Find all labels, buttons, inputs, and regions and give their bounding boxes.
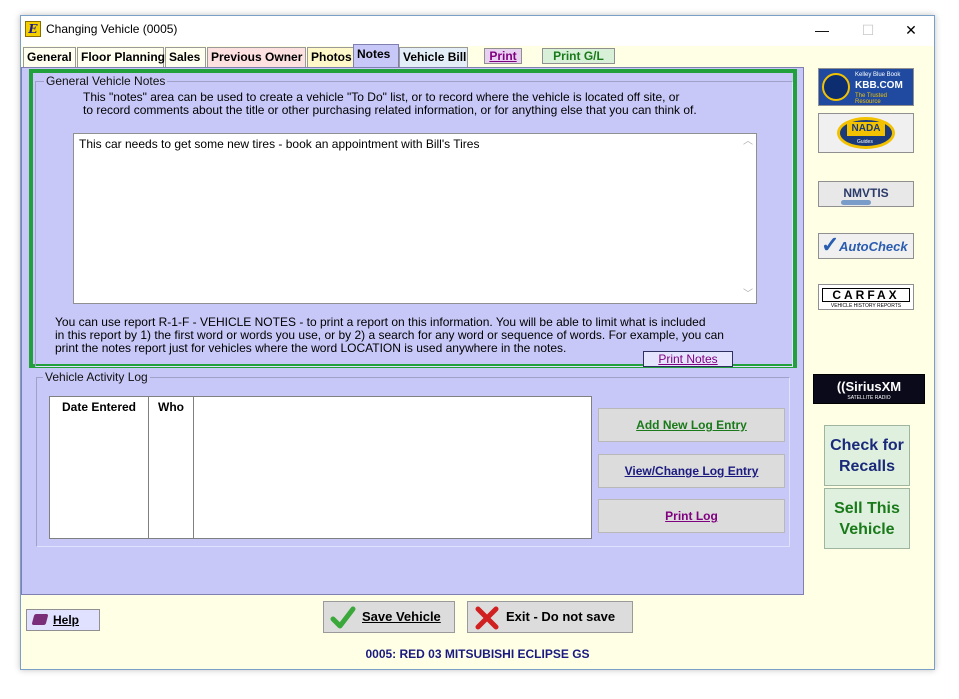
nmvtis-logo-button[interactable]: NMVTIS	[818, 181, 914, 207]
autocheck-logo-button[interactable]: ✓ AutoCheck	[818, 232, 914, 259]
print-tab-button[interactable]: Print	[484, 48, 522, 64]
date-entered-header[interactable]: Date Entered	[50, 400, 148, 414]
notes-textarea[interactable]: This car needs to get some new tires - b…	[73, 133, 757, 304]
general-notes-title: General Vehicle Notes	[44, 74, 168, 88]
checkmark-icon	[330, 606, 356, 629]
notes-text-value: This car needs to get some new tires - b…	[79, 137, 480, 151]
instruction-line-2: to record comments about the title or ot…	[83, 103, 697, 117]
highlight-frame: General Vehicle Notes This "notes" area …	[29, 69, 797, 368]
activity-log-title: Vehicle Activity Log	[43, 370, 150, 384]
general-notes-group: General Vehicle Notes This "notes" area …	[35, 74, 793, 367]
exit-label: Exit - Do not save	[506, 609, 616, 624]
tab-previous-owner[interactable]: Previous Owner	[207, 47, 306, 67]
date-column: Date Entered	[50, 397, 149, 538]
kbb-logo-button[interactable]: Kelley Blue Book KBB.COM The Trusted Res…	[818, 68, 914, 106]
siriusxm-sub-text: SATELLITE RADIO	[847, 395, 891, 401]
tab-photos[interactable]: Photos	[307, 47, 355, 67]
report-line-3: print the notes report just for vehicles…	[55, 341, 567, 355]
activity-log-list[interactable]: Date Entered Who	[49, 396, 592, 539]
maximize-button[interactable]: ☐	[845, 16, 891, 46]
book-icon	[31, 614, 49, 625]
carfax-logo-button[interactable]: CARFAX VEHICLE HISTORY REPORTS	[818, 284, 914, 310]
print-log-button[interactable]: Print Log	[598, 499, 785, 533]
notes-panel: General Vehicle Notes This "notes" area …	[21, 67, 804, 595]
help-button[interactable]: Help	[26, 609, 100, 631]
check-recalls-button[interactable]: Check for Recalls	[824, 425, 910, 486]
help-label: Help	[53, 613, 80, 627]
view-change-log-entry-button[interactable]: View/Change Log Entry	[598, 454, 785, 488]
kbb-line-3: The Trusted Resource	[855, 93, 888, 105]
kbb-line-1: Kelley Blue Book	[855, 72, 901, 78]
checkmark-icon: ✓	[821, 232, 840, 257]
exit-no-save-button[interactable]: Exit - Do not save	[467, 601, 633, 633]
scroll-up-icon[interactable]: ︿	[742, 136, 754, 148]
siriusxm-text: ((SiriusXM	[836, 379, 902, 394]
nada-logo-button[interactable]: NADA Guides	[818, 113, 914, 153]
add-log-entry-button[interactable]: Add New Log Entry	[598, 408, 785, 442]
carfax-text: CARFAX	[822, 288, 910, 302]
who-header[interactable]: Who	[149, 400, 193, 414]
kbb-badge-icon	[822, 73, 850, 101]
save-vehicle-button[interactable]: Save Vehicle	[323, 601, 455, 633]
nmvtis-text: NMVTIS	[843, 186, 889, 200]
title-bar: E Changing Vehicle (0005) — ☐ ✕	[21, 16, 934, 46]
who-column: Who	[149, 397, 194, 538]
autocheck-text: AutoCheck	[839, 239, 908, 254]
close-button[interactable]: ✕	[888, 16, 934, 46]
sell-vehicle-button[interactable]: Sell This Vehicle	[824, 488, 910, 549]
changing-vehicle-window: E Changing Vehicle (0005) — ☐ ✕ General …	[20, 15, 935, 670]
tab-sales[interactable]: Sales	[165, 47, 206, 67]
print-gl-tab-button[interactable]: Print G/L	[542, 48, 615, 64]
kbb-line-2: KBB.COM	[855, 80, 903, 91]
minimize-button[interactable]: —	[799, 16, 845, 46]
app-logo-icon: E	[25, 21, 41, 37]
nada-text: NADA	[847, 122, 885, 136]
carfax-sub-text: VEHICLE HISTORY REPORTS	[830, 303, 902, 309]
car-icon	[841, 200, 871, 205]
tab-general[interactable]: General	[23, 47, 76, 67]
vehicle-status-line: 0005: RED 03 MITSUBISHI ECLIPSE GS	[365, 647, 590, 661]
tab-notes[interactable]: Notes	[353, 44, 399, 67]
siriusxm-logo-button[interactable]: ((SiriusXM SATELLITE RADIO	[813, 374, 925, 404]
window-title: Changing Vehicle (0005)	[46, 22, 178, 36]
cancel-x-icon	[475, 606, 499, 630]
report-info-text: You can use report R-1-F - VEHICLE NOTES…	[55, 316, 724, 355]
print-notes-button[interactable]: Print Notes	[643, 351, 733, 367]
tab-floor-planning[interactable]: Floor Planning	[77, 47, 165, 67]
activity-log-group: Vehicle Activity Log Date Entered Who Ad…	[36, 370, 790, 547]
nada-sub-text: Guides	[857, 139, 873, 145]
tab-vehicle-bill[interactable]: Vehicle Bill	[399, 47, 468, 67]
save-vehicle-label: Save Vehicle	[362, 609, 441, 624]
scroll-down-icon[interactable]: ﹀	[742, 289, 754, 301]
